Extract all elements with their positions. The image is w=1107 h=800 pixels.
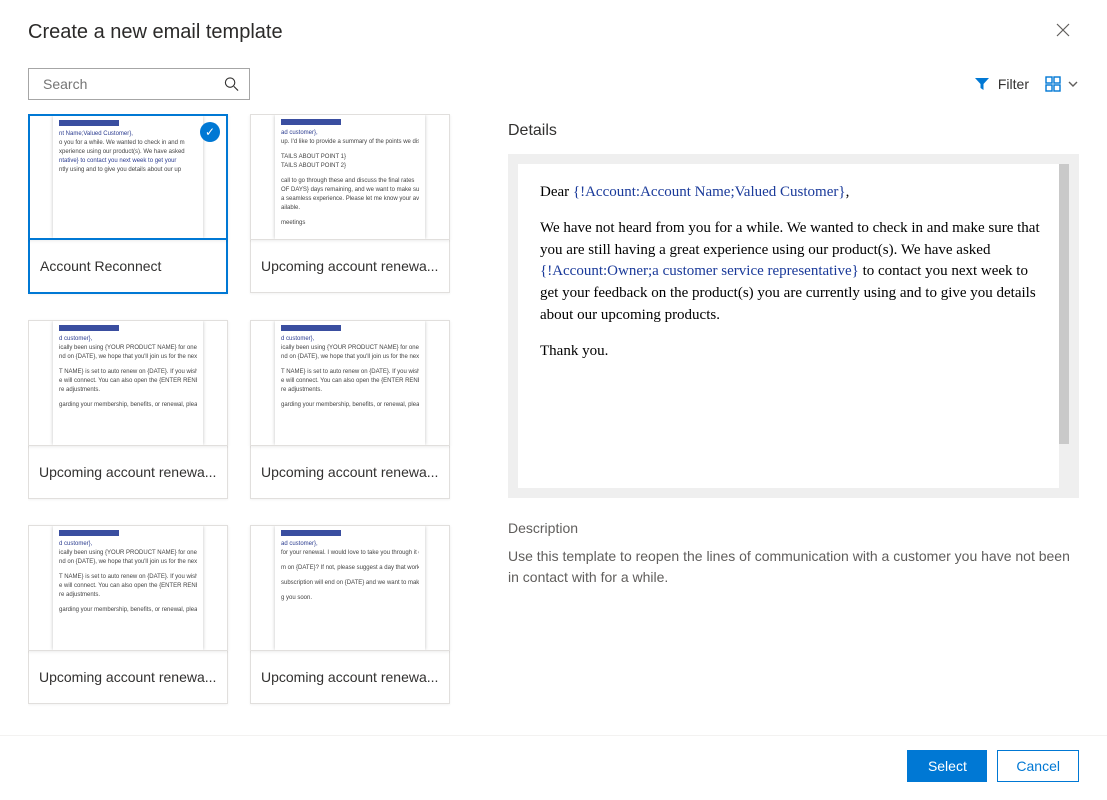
gallery-column: ✓nt Name;Valued Customer},o you for a wh… bbox=[28, 114, 490, 735]
template-card[interactable]: ✓d customer},ically been using {YOUR PRO… bbox=[28, 525, 228, 704]
search-input[interactable] bbox=[43, 76, 224, 92]
preview-scrollbar[interactable] bbox=[1059, 164, 1069, 488]
template-card-label: Upcoming account renewa... bbox=[250, 651, 450, 704]
preview-greeting-suffix: , bbox=[846, 184, 850, 200]
template-card-label: Account Reconnect bbox=[28, 240, 228, 294]
dialog: Create a new email template Filter bbox=[0, 0, 1107, 800]
dialog-footer: Select Cancel bbox=[0, 735, 1107, 800]
details-heading: Details bbox=[508, 122, 1079, 140]
gallery-scroll[interactable]: ✓nt Name;Valued Customer},o you for a wh… bbox=[28, 114, 490, 735]
preview-body-part1: We have not heard from you for a while. … bbox=[540, 220, 1040, 258]
thumbnail-page: d customer},ically been using {YOUR PROD… bbox=[275, 321, 425, 445]
grid-view-icon bbox=[1045, 76, 1061, 92]
cancel-button[interactable]: Cancel bbox=[997, 750, 1079, 782]
merge-field-account-name: {!Account:Account Name;Valued Customer} bbox=[573, 184, 846, 200]
template-thumbnail: ✓nt Name;Valued Customer},o you for a wh… bbox=[28, 114, 228, 240]
template-card-label: Upcoming account renewa... bbox=[250, 240, 450, 293]
view-switch[interactable] bbox=[1045, 76, 1079, 92]
thumbnail-page: d customer},ically been using {YOUR PROD… bbox=[53, 321, 203, 445]
description-text: Use this template to reopen the lines of… bbox=[508, 546, 1079, 588]
template-thumbnail: ✓d customer},ically been using {YOUR PRO… bbox=[28, 320, 228, 446]
details-column: Details Dear {!Account:Account Name;Valu… bbox=[490, 114, 1107, 735]
template-card[interactable]: ✓ad customer},for your renewal. I would … bbox=[250, 525, 450, 704]
filter-icon bbox=[974, 77, 990, 91]
description-heading: Description bbox=[508, 520, 1079, 536]
filter-label: Filter bbox=[998, 76, 1029, 92]
template-card-label: Upcoming account renewa... bbox=[28, 446, 228, 499]
merge-field-owner: {!Account:Owner;a customer service repre… bbox=[540, 263, 859, 279]
template-preview: Dear {!Account:Account Name;Valued Custo… bbox=[508, 154, 1079, 498]
preview-greeting-prefix: Dear bbox=[540, 184, 573, 200]
preview-body: We have not heard from you for a while. … bbox=[540, 218, 1047, 327]
template-thumbnail: ✓ad customer},up. I'd like to provide a … bbox=[250, 114, 450, 240]
template-card[interactable]: ✓d customer},ically been using {YOUR PRO… bbox=[28, 320, 228, 499]
preview-greeting: Dear {!Account:Account Name;Valued Custo… bbox=[540, 182, 1047, 204]
search-icon bbox=[224, 76, 239, 92]
template-thumbnail: ✓d customer},ically been using {YOUR PRO… bbox=[28, 525, 228, 651]
gallery-grid: ✓nt Name;Valued Customer},o you for a wh… bbox=[28, 114, 468, 724]
thumbnail-page: ad customer},up. I'd like to provide a s… bbox=[275, 115, 425, 239]
content: ✓nt Name;Valued Customer},o you for a wh… bbox=[0, 114, 1107, 735]
template-card[interactable]: ✓ad customer},up. I'd like to provide a … bbox=[250, 114, 450, 294]
template-card-label: Upcoming account renewa... bbox=[28, 651, 228, 704]
template-thumbnail: ✓ad customer},for your renewal. I would … bbox=[250, 525, 450, 651]
close-icon bbox=[1056, 23, 1070, 37]
search-field-wrapper[interactable] bbox=[28, 68, 250, 100]
close-button[interactable] bbox=[1047, 16, 1079, 48]
selected-check-icon: ✓ bbox=[200, 122, 220, 142]
select-button[interactable]: Select bbox=[907, 750, 987, 782]
chevron-down-icon bbox=[1067, 78, 1079, 90]
toolbar: Filter bbox=[0, 56, 1107, 114]
dialog-header: Create a new email template bbox=[0, 0, 1107, 56]
thumbnail-page: ad customer},for your renewal. I would l… bbox=[275, 526, 425, 650]
thumbnail-page: d customer},ically been using {YOUR PROD… bbox=[53, 526, 203, 650]
thumbnail-page: nt Name;Valued Customer},o you for a whi… bbox=[53, 116, 203, 238]
template-card[interactable]: ✓nt Name;Valued Customer},o you for a wh… bbox=[28, 114, 228, 294]
template-thumbnail: ✓d customer},ically been using {YOUR PRO… bbox=[250, 320, 450, 446]
template-card[interactable]: ✓d customer},ically been using {YOUR PRO… bbox=[250, 320, 450, 499]
dialog-title: Create a new email template bbox=[28, 21, 283, 44]
preview-thanks: Thank you. bbox=[540, 341, 1047, 363]
toolbar-right: Filter bbox=[974, 76, 1079, 92]
template-card-label: Upcoming account renewa... bbox=[250, 446, 450, 499]
filter-button[interactable]: Filter bbox=[974, 76, 1029, 92]
